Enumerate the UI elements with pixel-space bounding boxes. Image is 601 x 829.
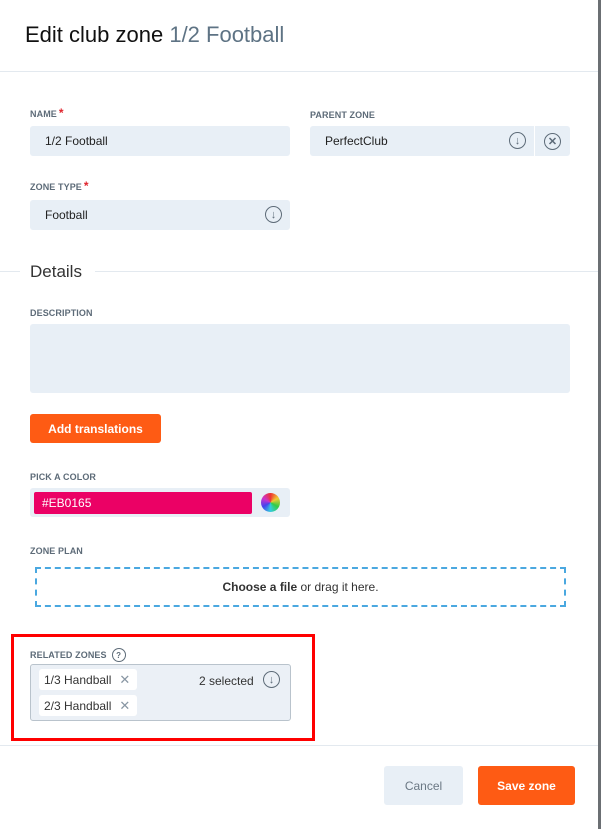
divider <box>0 745 598 746</box>
details-heading: Details <box>30 262 82 281</box>
selected-count: 2 selected <box>199 674 254 688</box>
divider <box>95 271 598 272</box>
color-value[interactable]: #EB0165 <box>34 492 252 514</box>
description-label: DESCRIPTION <box>30 308 93 318</box>
name-input[interactable] <box>30 126 290 156</box>
color-picker[interactable]: #EB0165 <box>30 488 290 517</box>
parent-zone-select[interactable]: PerfectClub ↓ <box>310 126 534 156</box>
cancel-button[interactable]: Cancel <box>384 766 463 805</box>
zone-type-label: ZONE TYPE * <box>30 179 89 193</box>
chip-1-3-handball: 1/3 Handball ✕ <box>39 669 137 690</box>
parent-zone-label: PARENT ZONE <box>310 110 375 120</box>
close-icon: ✕ <box>544 132 561 150</box>
divider <box>0 71 598 72</box>
remove-chip-icon[interactable]: ✕ <box>119 698 130 714</box>
divider <box>0 271 20 272</box>
zone-plan-label: ZONE PLAN <box>30 546 83 556</box>
parent-zone-value: PerfectClub <box>325 134 388 148</box>
name-label: NAME * <box>30 106 64 120</box>
drag-hint: or drag it here. <box>297 580 379 594</box>
save-zone-button[interactable]: Save zone <box>478 766 575 805</box>
related-zones-select[interactable]: 1/3 Handball ✕ 2/3 Handball ✕ 2 selected ↓ <box>30 664 291 721</box>
remove-chip-icon[interactable]: ✕ <box>119 672 130 688</box>
related-zones-label: RELATED ZONES ? <box>30 648 126 662</box>
arrow-down-icon: ↓ <box>263 671 280 688</box>
chip-2-3-handball: 2/3 Handball ✕ <box>39 695 137 716</box>
add-translations-button[interactable]: Add translations <box>30 414 161 443</box>
arrow-down-icon: ↓ <box>265 206 282 223</box>
clear-parent-zone-button[interactable]: ✕ <box>535 126 570 156</box>
color-wheel-icon[interactable] <box>261 493 280 512</box>
choose-file-link[interactable]: Choose a file <box>222 580 297 594</box>
page-title: Edit club zone 1/2 Football <box>25 22 285 47</box>
arrow-down-icon: ↓ <box>509 132 526 149</box>
zone-plan-dropzone[interactable]: Choose a file or drag it here. <box>35 567 566 607</box>
zone-type-select[interactable]: Football ↓ <box>30 200 290 230</box>
help-icon[interactable]: ? <box>111 648 126 662</box>
zone-type-value: Football <box>45 208 88 222</box>
pick-color-label: PICK A COLOR <box>30 472 97 482</box>
description-textarea[interactable] <box>30 324 570 393</box>
